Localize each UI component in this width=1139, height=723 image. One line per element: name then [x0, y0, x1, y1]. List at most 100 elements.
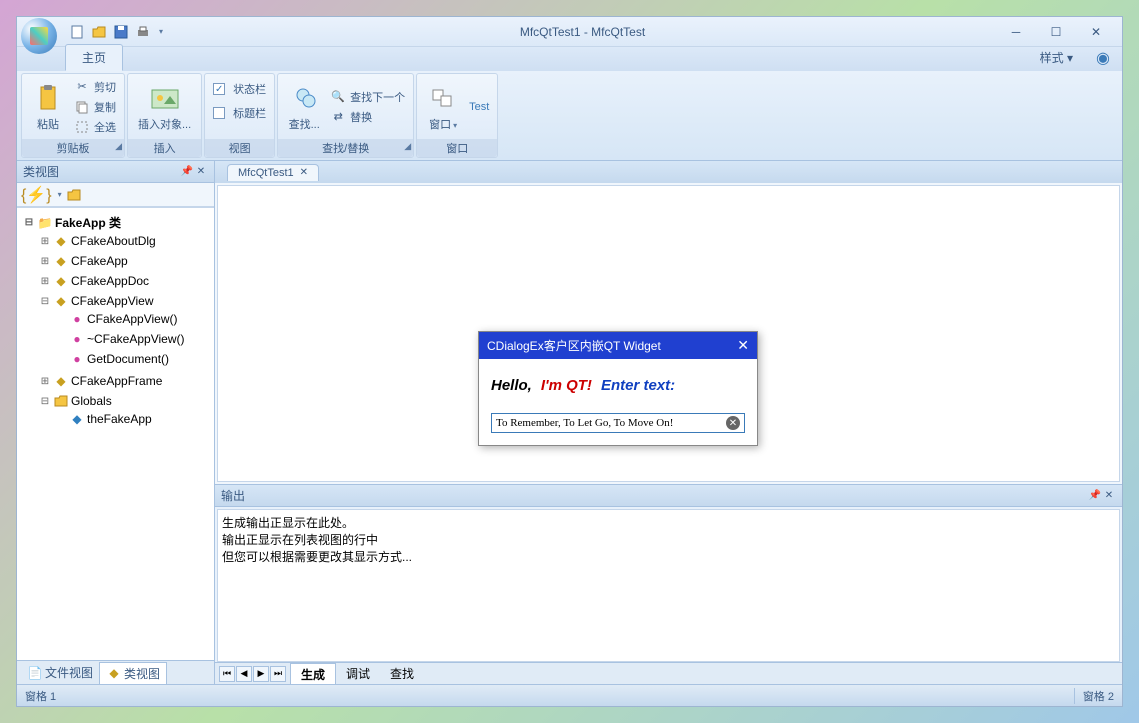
cut-button[interactable]: ✂剪切	[72, 78, 118, 96]
doc-tab[interactable]: MfcQtTest1 ✕	[227, 164, 319, 181]
tree-node[interactable]: ●~CFakeAppView()	[55, 331, 210, 347]
tree-node[interactable]: ⊞◆CFakeAppDoc	[39, 273, 210, 289]
doc-close-icon[interactable]: ✕	[300, 167, 308, 178]
class-icon: ◆	[53, 293, 69, 309]
findnext-button[interactable]: 🔍查找下一个	[328, 88, 407, 106]
clear-input-icon[interactable]: ✕	[726, 416, 740, 430]
classview-icon: ◆	[106, 665, 122, 681]
selectall-button[interactable]: 全选	[72, 118, 118, 136]
tree-node[interactable]: ⊟Globals	[39, 393, 210, 409]
tab-fileview[interactable]: 📄文件视图	[21, 662, 99, 683]
class-icon: ◆	[53, 373, 69, 389]
output-tab-build[interactable]: 生成	[290, 663, 336, 685]
minimize-button[interactable]: ─	[1002, 22, 1030, 42]
titlebar: ▾ MfcQtTest1 - MfcQtTest ─ ☐ ✕	[17, 17, 1122, 47]
output-title: 输出	[221, 487, 1088, 504]
dialog-text-input[interactable]	[496, 417, 726, 429]
open-file-icon[interactable]	[91, 24, 107, 40]
copy-button[interactable]: 复制	[72, 98, 118, 116]
app-menu-orb[interactable]	[21, 18, 57, 54]
sort-dropdown-icon[interactable]: ▾	[58, 190, 62, 199]
copy-icon	[74, 99, 90, 115]
ribbon: 粘贴 ✂剪切 复制 全选 剪贴板◢ 插入对象... 插入	[17, 71, 1122, 161]
dialog-title: CDialogEx客户区内嵌QT Widget	[487, 337, 661, 354]
panel-close-icon[interactable]: ✕	[194, 165, 208, 179]
help-icon[interactable]: ◉	[1096, 48, 1114, 68]
tree-node[interactable]: ●CFakeAppView()	[55, 311, 210, 327]
class-icon: ◆	[53, 273, 69, 289]
classview-toolbar: {⚡} ▾	[17, 183, 214, 207]
nav-next-icon[interactable]: ▶	[253, 666, 269, 682]
nav-last-icon[interactable]: ⏭	[270, 666, 286, 682]
method-icon: ●	[69, 331, 85, 347]
output-tab-debug[interactable]: 调试	[336, 663, 380, 684]
status-pane-right: 窗格 2	[1074, 688, 1114, 704]
paste-icon	[32, 82, 64, 114]
ribbon-tab-strip: 主页 样式 ▾ ◉	[17, 47, 1122, 71]
classview-title: 类视图	[23, 163, 180, 180]
close-button[interactable]: ✕	[1082, 22, 1110, 42]
nav-prev-icon[interactable]: ◀	[236, 666, 252, 682]
tree-node[interactable]: ⊟◆CFakeAppView	[39, 293, 210, 309]
test-link[interactable]: Test	[467, 100, 491, 114]
fileview-icon: 📄	[27, 665, 43, 681]
print-icon[interactable]	[135, 24, 151, 40]
group-view: 状态栏 标题栏 视图	[204, 73, 275, 158]
output-close-icon[interactable]: ✕	[1102, 489, 1116, 503]
find-button[interactable]: 查找...	[284, 80, 324, 134]
document-tabs: MfcQtTest1 ✕	[215, 161, 1122, 183]
tab-home[interactable]: 主页	[65, 44, 123, 71]
group-window: 窗口▾ Test 窗口	[416, 73, 498, 158]
cut-icon: ✂	[74, 79, 90, 95]
replace-icon: ⇄	[330, 109, 346, 125]
method-icon: ●	[69, 311, 85, 327]
window-button[interactable]: 窗口▾	[423, 80, 463, 134]
tab-classview[interactable]: ◆类视图	[99, 662, 167, 684]
tree-node[interactable]: ◆theFakeApp	[55, 411, 210, 427]
checkbox-unchecked-icon	[213, 107, 225, 119]
nav-first-icon[interactable]: ⏮	[219, 666, 235, 682]
findnext-icon: 🔍	[330, 89, 346, 105]
tree-node[interactable]: ⊞◆CFakeAboutDlg	[39, 233, 210, 249]
qt-dialog: CDialogEx客户区内嵌QT Widget ✕ Hello, I'm QT!…	[478, 331, 758, 446]
output-panel: 输出 📌 ✕ 生成输出正显示在此处。 输出正显示在列表视图的行中 但您可以根据需…	[215, 484, 1122, 684]
class-icon: ◆	[53, 253, 69, 269]
newfolder-icon[interactable]	[66, 188, 82, 202]
save-icon[interactable]	[113, 24, 129, 40]
sort-icon[interactable]: {⚡}	[21, 185, 52, 205]
status-pane-left: 窗格 1	[25, 688, 56, 704]
pin-icon[interactable]: 📌	[180, 165, 194, 179]
clipboard-expand-icon[interactable]: ◢	[115, 141, 122, 152]
class-tree[interactable]: ⊟📁FakeApp 类 ⊞◆CFakeAboutDlg ⊞◆CFakeApp ⊞…	[17, 207, 214, 660]
output-pin-icon[interactable]: 📌	[1088, 489, 1102, 503]
paste-button[interactable]: 粘贴	[28, 80, 68, 134]
insert-object-button[interactable]: 插入对象...	[134, 80, 195, 134]
titlebar-checkbox[interactable]: 标题栏	[211, 104, 268, 122]
dialog-close-icon[interactable]: ✕	[737, 337, 749, 354]
checkbox-checked-icon	[213, 83, 225, 95]
classview-panel: 类视图 📌 ✕ {⚡} ▾ ⊟📁FakeApp 类 ⊞◆CFakeAboutDl…	[17, 161, 215, 684]
statusbar: 窗格 1 窗格 2	[17, 684, 1122, 706]
output-text[interactable]: 生成输出正显示在此处。 输出正显示在列表视图的行中 但您可以根据需要更改其显示方…	[217, 509, 1120, 662]
output-tab-find[interactable]: 查找	[380, 663, 424, 684]
tree-node[interactable]: ●GetDocument()	[55, 351, 210, 367]
new-file-icon[interactable]	[69, 24, 85, 40]
tree-node[interactable]: ⊞◆CFakeApp	[39, 253, 210, 269]
selectall-icon	[74, 119, 90, 135]
replace-button[interactable]: ⇄替换	[328, 108, 407, 126]
tab-style[interactable]: 样式 ▾	[1023, 44, 1090, 71]
maximize-button[interactable]: ☐	[1042, 22, 1070, 42]
class-icon: ◆	[53, 233, 69, 249]
insert-icon	[149, 82, 181, 114]
window-icon	[427, 82, 459, 114]
find-icon	[288, 82, 320, 114]
group-clipboard: 粘贴 ✂剪切 复制 全选 剪贴板◢	[21, 73, 125, 158]
find-expand-icon[interactable]: ◢	[404, 141, 411, 152]
method-icon: ●	[69, 351, 85, 367]
document-content: CDialogEx客户区内嵌QT Widget ✕ Hello, I'm QT!…	[217, 185, 1120, 482]
tree-root[interactable]: ⊟📁FakeApp 类	[23, 214, 210, 231]
statusbar-checkbox[interactable]: 状态栏	[211, 80, 268, 98]
group-insert: 插入对象... 插入	[127, 73, 202, 158]
tree-node[interactable]: ⊞◆CFakeAppFrame	[39, 373, 210, 389]
window-title: MfcQtTest1 - MfcQtTest	[163, 25, 1002, 39]
